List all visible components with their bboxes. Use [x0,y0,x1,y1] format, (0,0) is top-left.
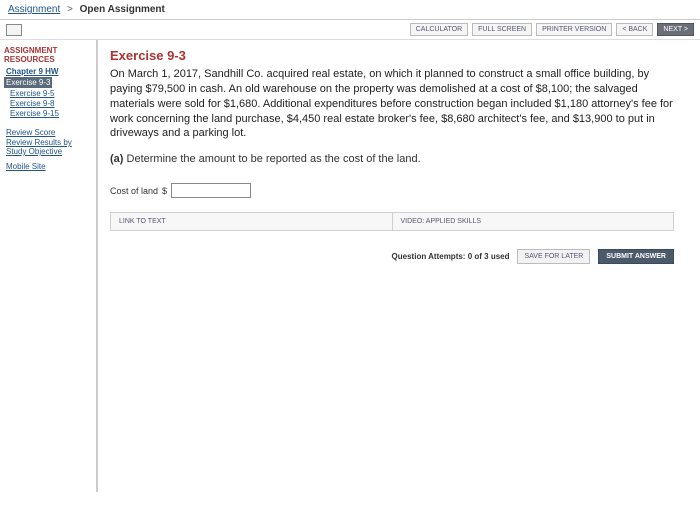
cost-of-land-input[interactable] [171,183,251,198]
link-to-text[interactable]: LINK TO TEXT [111,213,392,230]
main-content: Exercise 9-3 On March 1, 2017, Sandhill … [98,40,700,492]
part-label: (a) [110,153,123,165]
exercise-body: On March 1, 2017, Sandhill Co. acquired … [110,67,674,141]
part-text: Determine the amount to be reported as t… [127,153,421,165]
breadcrumb-current: Open Assignment [80,4,165,15]
sound-icon[interactable] [6,24,22,36]
answer-row: Cost of land $ [110,183,674,198]
toolbar: CALCULATOR FULL SCREEN PRINTER VERSION <… [0,20,700,40]
review-score-link[interactable]: Review Score [6,128,92,137]
sidebar: ASSIGNMENT RESOURCES Chapter 9 HW Exerci… [0,40,96,492]
breadcrumb: Assignment > Open Assignment [0,0,700,20]
calculator-button[interactable]: CALCULATOR [410,23,468,36]
review-results-link[interactable]: Review Results by Study Objective [6,138,92,156]
currency-symbol: $ [162,186,167,196]
breadcrumb-sep: > [67,4,73,15]
fullscreen-button[interactable]: FULL SCREEN [472,23,532,36]
back-button[interactable]: < BACK [616,23,653,36]
sidebar-item[interactable]: Exercise 9-5 [10,89,92,98]
cost-of-land-label: Cost of land [110,186,158,196]
sidebar-item[interactable]: Exercise 9-15 [10,109,92,118]
footer-row: Question Attempts: 0 of 3 used SAVE FOR … [110,249,674,264]
submit-answer-button[interactable]: SUBMIT ANSWER [598,249,674,264]
save-for-later-button[interactable]: SAVE FOR LATER [517,249,590,264]
help-row: LINK TO TEXT VIDEO: APPLIED SKILLS [110,212,674,231]
exercise-title: Exercise 9-3 [110,48,674,63]
exercise-part: (a) Determine the amount to be reported … [110,153,674,165]
printer-button[interactable]: PRINTER VERSION [536,23,612,36]
video-applied-skills[interactable]: VIDEO: APPLIED SKILLS [392,213,674,230]
sidebar-heading: ASSIGNMENT RESOURCES [4,46,92,64]
question-attempts: Question Attempts: 0 of 3 used [392,252,510,261]
sidebar-item[interactable]: Exercise 9-8 [10,99,92,108]
breadcrumb-root[interactable]: Assignment [8,4,60,15]
next-button[interactable]: NEXT > [657,23,694,36]
sidebar-item-current[interactable]: Exercise 9-3 [4,77,52,88]
mobile-site-link[interactable]: Mobile Site [6,162,92,171]
sidebar-chapter-link[interactable]: Chapter 9 HW [6,67,92,76]
